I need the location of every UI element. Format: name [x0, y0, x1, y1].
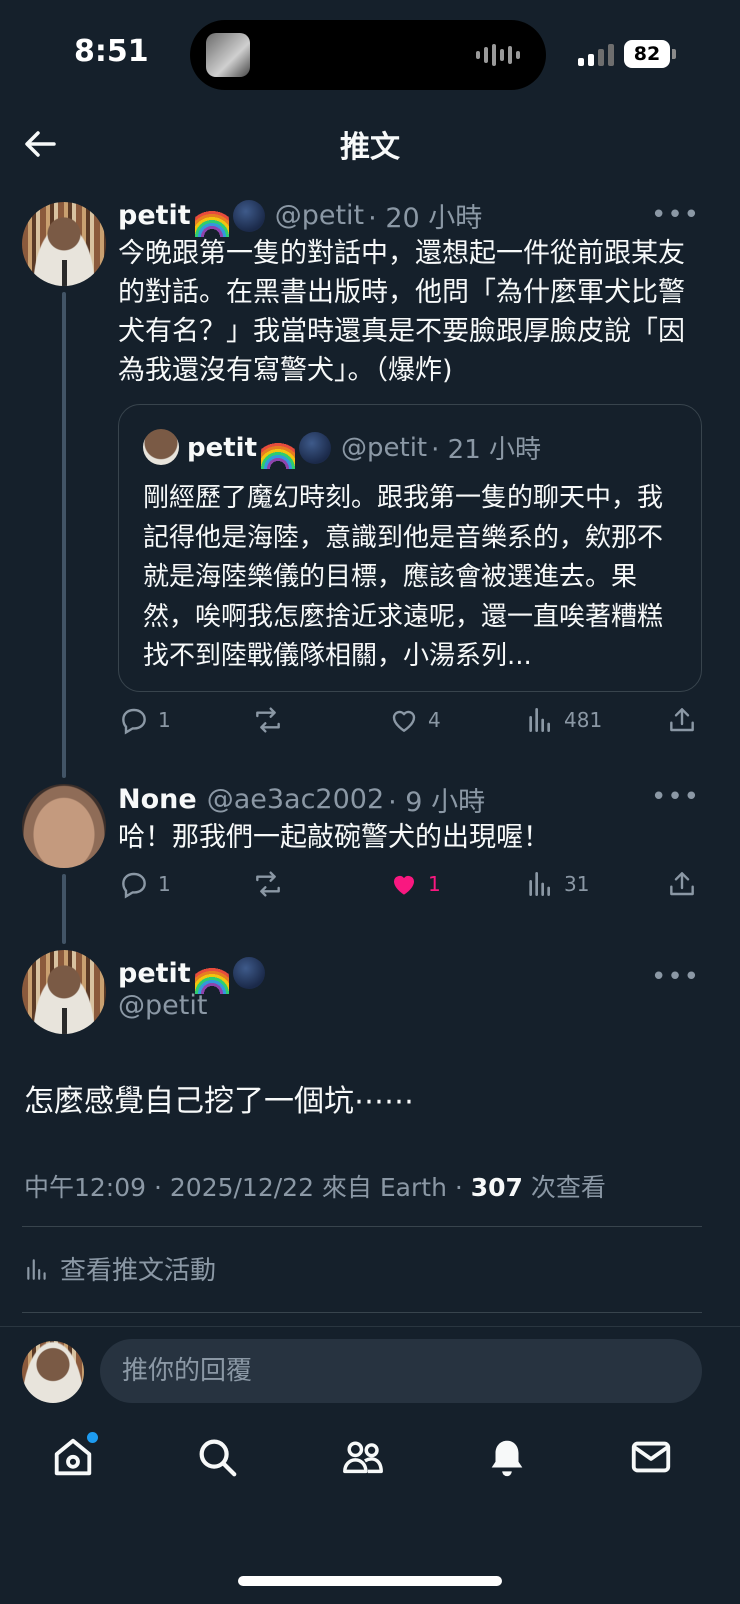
- tweet-header: petit @petit · 20 小時: [118, 196, 483, 237]
- tweet-actions: 1 4 481: [118, 704, 708, 744]
- tweet-header: petit: [118, 956, 265, 994]
- now-playing-thumbnail: [206, 33, 250, 77]
- thread-line: [62, 292, 66, 778]
- tweet-time: · 21 小時: [431, 435, 542, 465]
- quote-header: petit @petit · 21 小時: [187, 429, 542, 469]
- app-header: 推文: [0, 112, 740, 174]
- search-icon: [199, 1439, 237, 1477]
- messages-tab[interactable]: [628, 1434, 678, 1484]
- home-indicator[interactable]: [238, 1576, 502, 1586]
- views-count: 31: [564, 872, 590, 896]
- tweet-header: None @ae3ac2002 · 9 小時: [118, 780, 485, 819]
- like-icon: [392, 710, 416, 732]
- views-count: 481: [564, 708, 603, 732]
- more-options-icon[interactable]: •••: [651, 200, 700, 230]
- messages-icon: [631, 1441, 671, 1473]
- tweet-text: 哈！那我們一起敲碗警犬的出現喔！: [118, 822, 550, 853]
- notifications-icon: [491, 1440, 523, 1477]
- views-icon: [529, 708, 550, 732]
- tweet-time: · 20 小時: [368, 203, 483, 234]
- tweet-text: 今晚跟第一隻的對話中，還想起一件從前跟某友的對話。在黑書出版時，他問「為什麼軍犬…: [118, 238, 685, 386]
- view-count: 307: [470, 1173, 523, 1202]
- notification-dot: [87, 1432, 98, 1443]
- moon-emoji-icon: [232, 199, 265, 232]
- retweet-icon: [256, 871, 280, 897]
- rainbow-emoji-icon: [194, 202, 229, 237]
- divider: [22, 1226, 702, 1227]
- dynamic-island[interactable]: [190, 20, 546, 90]
- reply-icon: [122, 708, 146, 735]
- bottom-nav: [0, 1420, 740, 1510]
- avatar[interactable]: [22, 950, 106, 1034]
- more-options-icon[interactable]: •••: [651, 962, 700, 992]
- like-filled-icon: [394, 875, 414, 895]
- author-name[interactable]: None: [118, 784, 197, 815]
- views-icon: [529, 872, 550, 896]
- like-count: 4: [428, 708, 441, 732]
- author-handle[interactable]: @ae3ac2002: [207, 784, 384, 815]
- tweet-meta: 中午12:09 · 2025/12/22 來自 Earth · 307 次查看: [24, 1168, 606, 1204]
- rainbow-emoji-icon: [194, 960, 229, 994]
- moon-emoji-icon: [299, 431, 332, 464]
- thread-line: [62, 874, 66, 944]
- author-name[interactable]: petit: [118, 200, 191, 231]
- share-icon: [670, 872, 694, 896]
- reply-count: 1: [158, 708, 171, 732]
- author-handle: @petit: [341, 432, 428, 463]
- retweet-button[interactable]: [252, 704, 284, 736]
- analytics-icon: [27, 1258, 46, 1280]
- communities-icon: [343, 1441, 383, 1474]
- share-icon: [670, 708, 694, 732]
- like-button[interactable]: 1: [388, 868, 441, 900]
- rainbow-emoji-icon: [261, 434, 296, 469]
- like-button[interactable]: 4: [388, 704, 441, 736]
- retweet-icon: [256, 707, 280, 733]
- timestamp-source: 中午12:09 · 2025/12/22 來自 Earth ·: [24, 1173, 471, 1202]
- activity-label: 查看推文活動: [60, 1256, 217, 1286]
- reply-count: 1: [158, 872, 171, 896]
- handle-row: @petit: [108, 990, 207, 1021]
- search-tab[interactable]: [194, 1434, 244, 1484]
- avatar: [143, 429, 179, 465]
- tweet-actions: 1 1 31: [118, 868, 708, 908]
- communities-tab[interactable]: [340, 1434, 390, 1484]
- share-button[interactable]: [666, 704, 698, 736]
- page-title: 推文: [340, 130, 400, 165]
- author-handle[interactable]: @petit: [275, 200, 364, 231]
- reply-button[interactable]: 1: [118, 868, 171, 900]
- like-count: 1: [428, 872, 441, 896]
- status-bar: 8:51 82: [0, 0, 740, 110]
- reply-icon: [122, 872, 146, 899]
- tweet-time: · 9 小時: [388, 787, 486, 818]
- main-tweet-text: 怎麼感覺自己挖了一個坑⋯⋯: [24, 1084, 414, 1119]
- avatar[interactable]: [22, 202, 106, 286]
- home-tab[interactable]: [50, 1432, 100, 1484]
- notifications-tab[interactable]: [484, 1434, 534, 1484]
- battery-level: 82: [624, 40, 670, 68]
- avatar[interactable]: [22, 784, 106, 868]
- views-button[interactable]: 31: [524, 868, 589, 900]
- author-handle[interactable]: @petit: [118, 990, 207, 1021]
- divider: [22, 1312, 702, 1313]
- views-button[interactable]: 481: [524, 704, 602, 736]
- author-name[interactable]: petit: [118, 958, 191, 989]
- quote-tweet[interactable]: petit @petit · 21 小時 剛經歷了魔幻時刻。跟我第一隻的聊天中，…: [118, 404, 702, 692]
- quote-text: 剛經歷了魔幻時刻。跟我第一隻的聊天中，我記得他是海陸，意識到他是音樂系的，欸那不…: [143, 483, 664, 671]
- view-activity-link[interactable]: 查看推文活動: [24, 1250, 216, 1287]
- status-time: 8:51: [74, 34, 149, 69]
- author-name: petit: [187, 432, 258, 463]
- reply-bar: [0, 1326, 740, 1414]
- view-suffix: 次查看: [522, 1173, 606, 1202]
- share-button[interactable]: [666, 868, 698, 900]
- battery-icon: [672, 49, 676, 59]
- retweet-button[interactable]: [252, 868, 284, 900]
- reply-input[interactable]: [100, 1339, 702, 1403]
- more-options-icon[interactable]: •••: [651, 782, 700, 812]
- reply-button[interactable]: 1: [118, 704, 171, 736]
- audio-wave-icon: [476, 44, 520, 66]
- cellular-signal-icon: [578, 44, 614, 66]
- avatar: [22, 1341, 84, 1403]
- moon-emoji-icon: [232, 957, 265, 989]
